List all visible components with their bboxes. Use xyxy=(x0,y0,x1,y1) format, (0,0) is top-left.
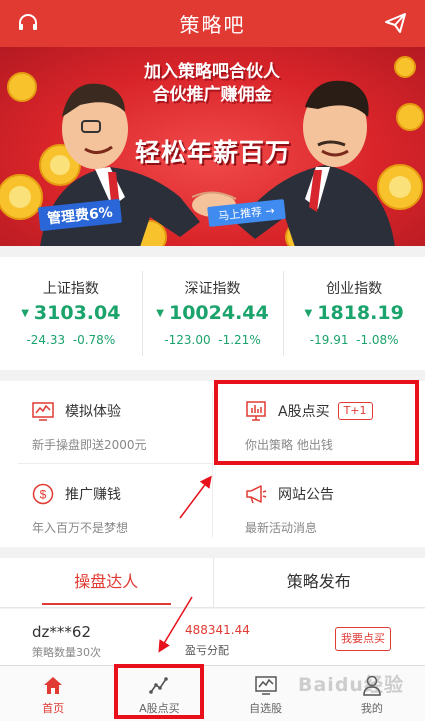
buy-now-button[interactable]: 我要点买 xyxy=(335,627,391,651)
index-value: ▼ 1818.19 xyxy=(283,302,425,324)
index-change-value: -123.00 xyxy=(164,333,211,347)
nav-a-share-buy[interactable]: A股点买 xyxy=(106,666,212,721)
nav-label: A股点买 xyxy=(139,702,180,715)
index-change: -123.00 -1.21% xyxy=(142,333,284,347)
dollar-coin-icon: $ xyxy=(32,483,54,505)
index-shenzhen[interactable]: 深证指数 ▼ 10024.44 -123.00 -1.21% xyxy=(141,257,284,370)
index-name: 创业指数 xyxy=(326,281,383,297)
feature-title: 网站公告 xyxy=(278,487,334,503)
feature-a-share-buy[interactable]: A股点买 T+1 你出策略 他出钱 xyxy=(213,381,425,464)
t1-tag: T+1 xyxy=(337,402,373,420)
trader-username: dz***62 xyxy=(32,623,91,641)
megaphone-icon xyxy=(246,485,267,504)
index-chinext[interactable]: 创业指数 ▼ 1818.19 -19.91 -1.08% xyxy=(283,257,425,370)
index-shanghai[interactable]: 上证指数 ▼ 3103.04 -24.33 -0.78% xyxy=(0,257,142,370)
index-change: -19.91 -1.08% xyxy=(283,333,425,347)
feature-title: A股点买 xyxy=(278,404,330,420)
feature-title: 模拟体验 xyxy=(65,404,121,420)
stock-monitor-icon xyxy=(254,676,277,695)
trader-strategy-count: 策略数量30次 xyxy=(32,646,101,659)
banner-headline-line1: 加入策略吧合伙人 xyxy=(144,62,280,82)
nav-label: 自选股 xyxy=(249,702,283,715)
nav-watchlist[interactable]: 自选股 xyxy=(213,666,319,721)
index-value: ▼ 3103.04 xyxy=(0,302,142,324)
promo-banner[interactable]: 加入策略吧合伙人 合伙推广赚佣金 轻松年薪百万 管理费6% 马上推荐 → xyxy=(0,47,425,246)
trader-row[interactable]: dz***62 策略数量30次 488341.44 盈亏分配 我要点买 xyxy=(0,609,425,665)
feature-subtitle: 年入百万不是梦想 xyxy=(32,521,129,535)
index-value-text: 1818.19 xyxy=(317,302,404,324)
app-title: 策略吧 xyxy=(179,13,246,37)
home-icon xyxy=(44,677,63,694)
index-change-value: -19.91 xyxy=(309,333,349,347)
top-header: 策略吧 xyxy=(0,0,425,47)
market-indices: 上证指数 ▼ 3103.04 -24.33 -0.78% 深证指数 ▼ 10024.… xyxy=(0,257,425,370)
banner-big-text: 轻松年薪百万 xyxy=(134,138,291,167)
trader-amount: 488341.44 xyxy=(185,623,250,637)
profit-split-label: 盈亏分配 xyxy=(185,644,229,657)
feature-subtitle: 最新活动消息 xyxy=(245,521,318,535)
user-icon xyxy=(363,675,381,696)
feature-subtitle: 新手操盘即送2000元 xyxy=(32,438,147,452)
feature-announcements[interactable]: 网站公告 最新活动消息 xyxy=(213,464,425,547)
headset-icon[interactable] xyxy=(16,11,40,35)
index-change-percent: -1.08% xyxy=(356,333,399,347)
svg-text:$: $ xyxy=(40,488,47,502)
index-value-text: 3103.04 xyxy=(33,302,121,324)
index-name: 上证指数 xyxy=(42,281,99,297)
index-change-value: -24.33 xyxy=(26,333,66,347)
index-change-percent: -0.78% xyxy=(72,333,116,347)
chart-monitor-icon xyxy=(32,402,54,421)
app-screen: 策略吧 加入策略吧合伙人 合伙推广赚佣金 轻松年薪百万 管理费6% 马上推荐 →… xyxy=(0,0,425,721)
feature-simulation[interactable]: 模拟体验 新手操盘即送2000元 xyxy=(0,381,212,464)
down-triangle-icon: ▼ xyxy=(156,308,164,319)
down-triangle-icon: ▼ xyxy=(21,308,29,319)
feature-promotion[interactable]: $ 推广赚钱 年入百万不是梦想 xyxy=(0,464,212,547)
feature-subtitle: 你出策略 他出钱 xyxy=(245,438,333,452)
trend-line-icon xyxy=(149,677,169,694)
index-name: 深证指数 xyxy=(184,281,241,297)
index-value-text: 10024.44 xyxy=(168,302,269,324)
tab-strategy-publish[interactable]: 策略发布 xyxy=(212,558,425,607)
feature-grid: 模拟体验 新手操盘即送2000元 A股点买 T+1 你出策略 他出钱 $ 推广赚… xyxy=(0,381,425,547)
nav-profile[interactable]: 我的 xyxy=(319,666,425,721)
bottom-nav: 首页 A股点买 自选股 我的 xyxy=(0,665,425,721)
paper-plane-icon[interactable] xyxy=(384,11,408,35)
down-triangle-icon: ▼ xyxy=(304,308,313,319)
nav-label: 首页 xyxy=(42,702,65,715)
index-change: -24.33 -0.78% xyxy=(0,333,142,347)
feature-title: 推广赚钱 xyxy=(65,487,121,503)
nav-label: 我的 xyxy=(360,702,383,715)
banner-headline: 加入策略吧合伙人 合伙推广赚佣金 xyxy=(112,61,312,107)
index-value: ▼ 10024.44 xyxy=(142,302,284,324)
ranking-tabs: 操盘达人 策略发布 xyxy=(0,558,425,608)
banner-headline-line2: 合伙推广赚佣金 xyxy=(152,85,272,105)
bar-chart-icon xyxy=(246,401,266,421)
tab-top-traders[interactable]: 操盘达人 xyxy=(0,558,213,607)
nav-home[interactable]: 首页 xyxy=(0,666,106,721)
index-change-percent: -1.21% xyxy=(218,333,261,347)
